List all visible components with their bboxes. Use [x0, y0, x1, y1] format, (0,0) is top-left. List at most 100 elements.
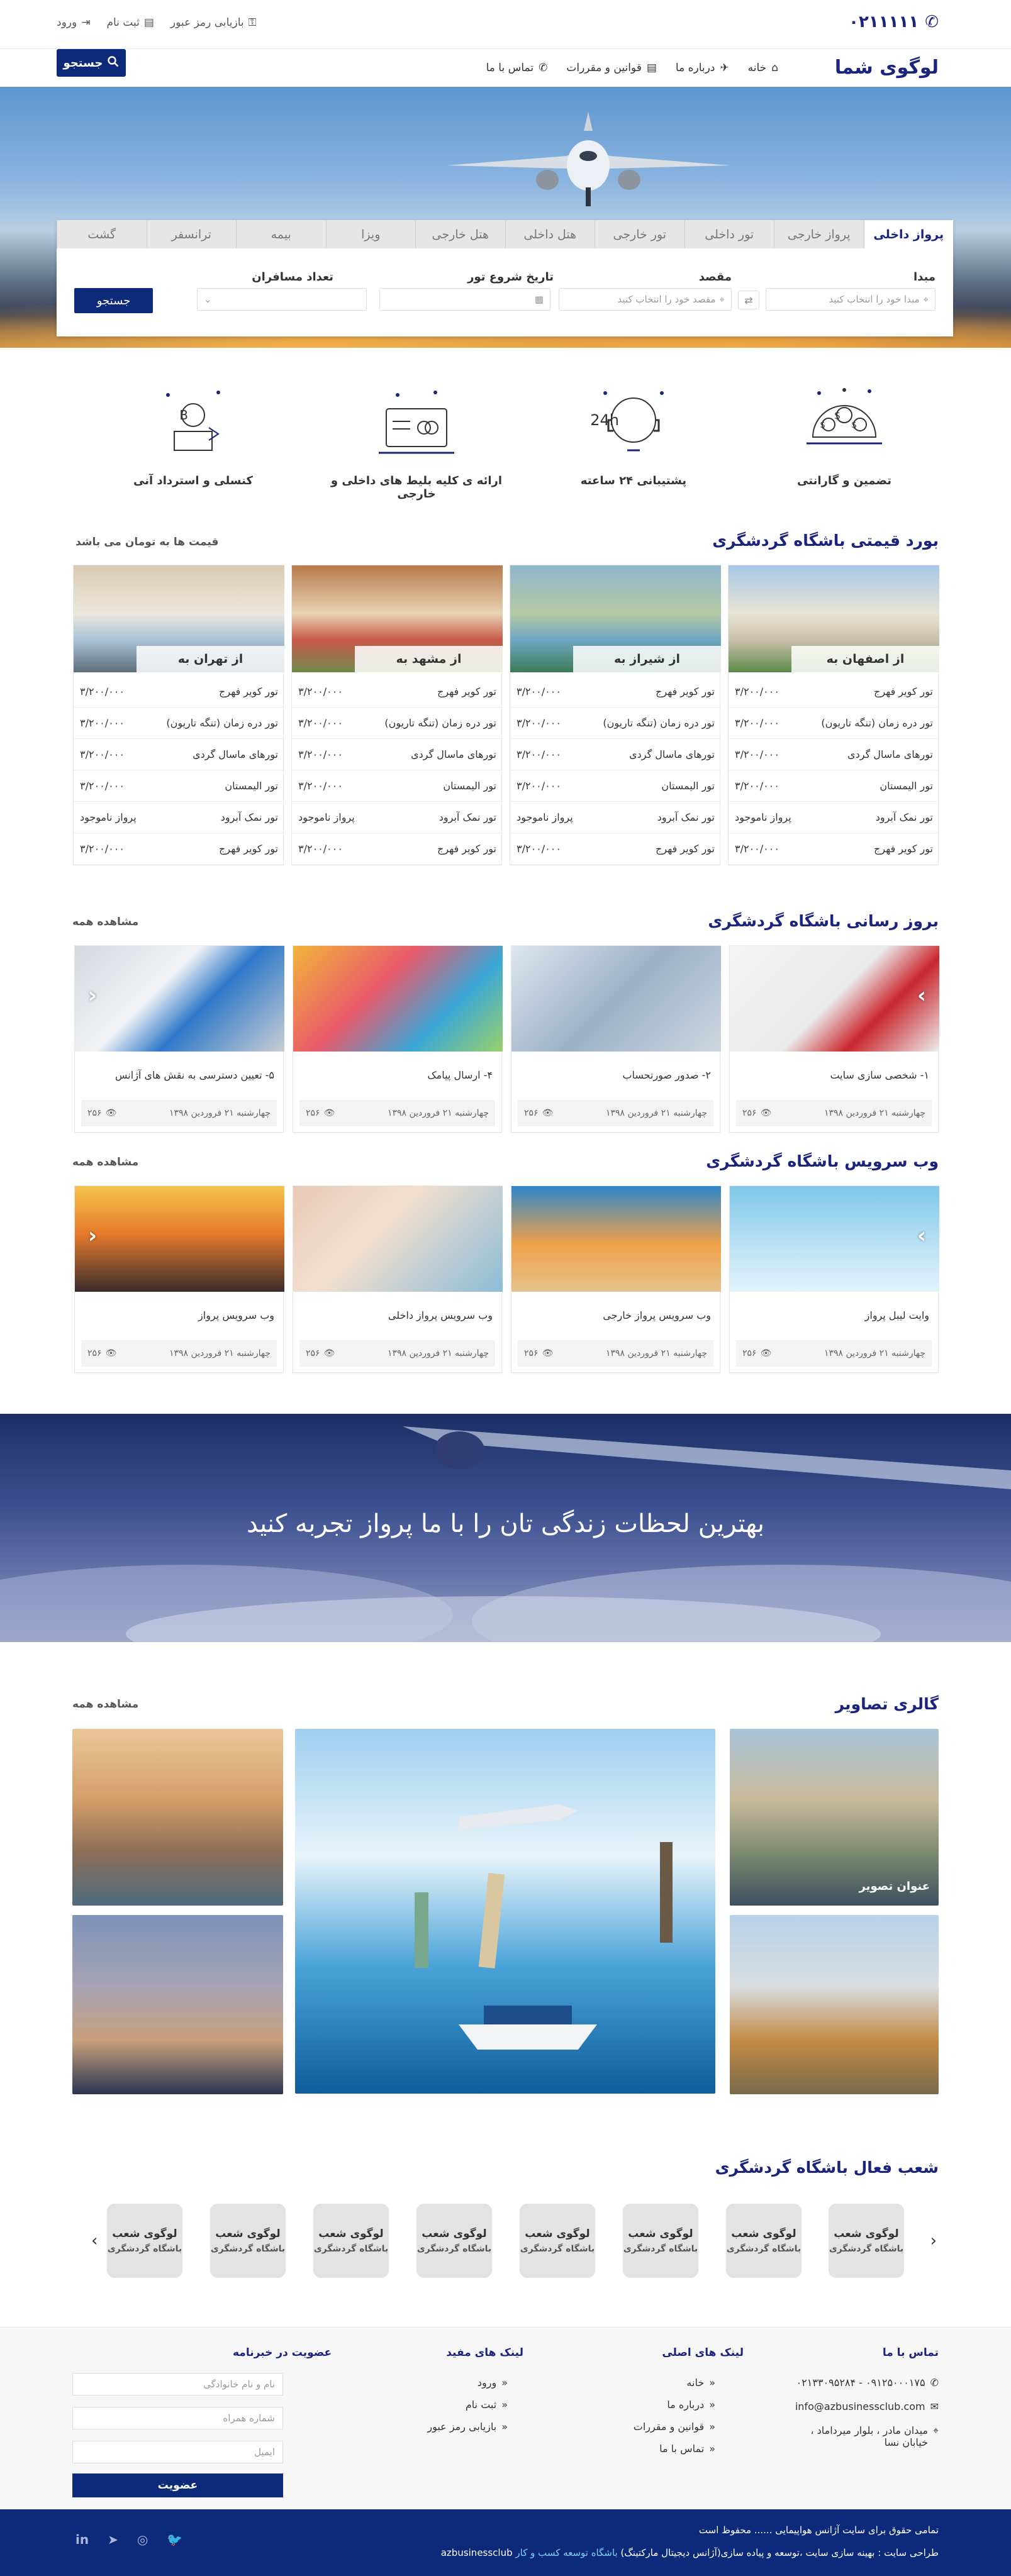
- instagram-icon[interactable]: ◎: [137, 2532, 148, 2547]
- price-row[interactable]: تور کویر فهرج ۳/۲۰۰/۰۰۰: [729, 676, 939, 708]
- price-row[interactable]: تورهای ماسال گردی ۳/۲۰۰/۰۰۰: [292, 739, 503, 770]
- branch-logo[interactable]: لوگوی شعب باشگاه گردشگری: [107, 2204, 182, 2278]
- price-row[interactable]: تور کویر فهرج ۳/۲۰۰/۰۰۰: [510, 676, 721, 708]
- newsletter-name-input[interactable]: نام و نام خانوادگی: [72, 2373, 283, 2396]
- passengers-select[interactable]: ⌄: [197, 288, 367, 311]
- price-card-image[interactable]: از اصفهان به: [729, 565, 939, 672]
- price-row[interactable]: تورهای ماسال گردی ۳/۲۰۰/۰۰۰: [74, 739, 284, 770]
- destination-field[interactable]: ⌖ مقصد خود را انتخاب کنید: [559, 288, 732, 311]
- news-card[interactable]: ۴- ارسال پیامک چهارشنبه ۲۱ فروردین ۱۳۹۸ 👁 ۲…: [293, 945, 503, 1133]
- price-row[interactable]: تور نمک آبرود پرواز نامو‌جود: [729, 802, 939, 833]
- price-row[interactable]: تور دره زمان (تنگه تاریون) ۳/۲۰۰/۰۰۰: [74, 708, 284, 739]
- origin-field[interactable]: ⌖ مبدا خود را انتخاب کنید: [766, 288, 936, 311]
- price-row[interactable]: تور نمک آبرود پرواز نامو‌جود: [292, 802, 503, 833]
- branch-logo[interactable]: لوگوی شعب باشگاه گردشگری: [623, 2204, 698, 2278]
- tab-4[interactable]: هتل داخلی: [505, 220, 595, 248]
- tab-2[interactable]: تور داخلی: [684, 220, 774, 248]
- price-card-image[interactable]: از مشهد به: [292, 565, 503, 672]
- recover-link[interactable]: ⚿ بازیابی رمز عبور: [170, 16, 257, 29]
- tab-1[interactable]: پرواز خارجی: [774, 220, 864, 248]
- price-card-image[interactable]: از شیراز به: [510, 565, 721, 672]
- branch-logo[interactable]: لوگوی شعب باشگاه گردشگری: [313, 2204, 389, 2278]
- news-next-arrow[interactable]: ‹: [88, 983, 97, 1008]
- date-field[interactable]: ▦: [379, 288, 550, 311]
- nav-rules[interactable]: ▤ قوانین و مقررات: [566, 62, 657, 74]
- tab-3[interactable]: تور خارجی: [595, 220, 684, 248]
- news-card[interactable]: ۲- صدور صورتحساب چهارشنبه ۲۱ فروردین ۱۳۹۸…: [511, 945, 721, 1133]
- newsletter-phone-input[interactable]: شماره همراه: [72, 2407, 283, 2429]
- price-row[interactable]: تور کویر فهرج ۳/۲۰۰/۰۰۰: [292, 676, 503, 708]
- branches-next-arrow[interactable]: ›: [91, 2231, 98, 2250]
- swap-button[interactable]: ⇄: [738, 291, 759, 309]
- gallery-image-2[interactable]: [730, 1915, 939, 2094]
- price-row[interactable]: تور کویر فهرج ۳/۲۰۰/۰۰۰: [74, 833, 284, 865]
- register-link[interactable]: ▤ ثبت نام: [106, 16, 154, 29]
- top-phone[interactable]: ✆ ۰۲۱۱۱۱۱: [849, 13, 939, 31]
- price-row[interactable]: تورهای ماسال گردی ۳/۲۰۰/۰۰۰: [729, 739, 939, 770]
- price-row[interactable]: تور الیمستان ۳/۲۰۰/۰۰۰: [292, 770, 503, 802]
- price-row[interactable]: تور الیمستان ۳/۲۰۰/۰۰۰: [510, 770, 721, 802]
- price-card-image[interactable]: از تهران به: [74, 565, 284, 672]
- footer-link[interactable]: « قوانین و مقررات: [634, 2421, 715, 2433]
- gallery-see-all[interactable]: مشاهده همه: [72, 1698, 138, 1711]
- price-row[interactable]: تور دره زمان (تنگه تاریون) ۳/۲۰۰/۰۰۰: [292, 708, 503, 739]
- branch-logo[interactable]: لوگوی شعب باشگاه گردشگری: [726, 2204, 802, 2278]
- header-search-button[interactable]: جستجو: [57, 49, 126, 77]
- footer-link[interactable]: « ورود: [427, 2377, 508, 2389]
- telegram-icon[interactable]: ➤: [108, 2532, 118, 2547]
- services-card[interactable]: وایت لیبل پرواز چهارشنبه ۲۱ فروردین ۱۳۹۸ 👁…: [729, 1185, 939, 1373]
- gallery-image-3[interactable]: [72, 1729, 283, 1906]
- price-row[interactable]: تور کویر فهرج ۳/۲۰۰/۰۰۰: [292, 833, 503, 865]
- twitter-icon[interactable]: 🐦: [167, 2532, 182, 2547]
- footer-link[interactable]: « درباره ما: [634, 2399, 715, 2411]
- price-row[interactable]: تور دره زمان (تنگه تاریون) ۳/۲۰۰/۰۰۰: [729, 708, 939, 739]
- news-card[interactable]: ۱- شخصی سازی سایت چهارشنبه ۲۱ فروردین ۱۳۹…: [729, 945, 939, 1133]
- gallery-image-1[interactable]: عنوان تصویر: [730, 1729, 939, 1906]
- gallery-image-4[interactable]: [72, 1915, 283, 2094]
- price-row[interactable]: تورهای ماسال گردی ۳/۲۰۰/۰۰۰: [510, 739, 721, 770]
- news-card[interactable]: ۵- تعیین دسترسی به نقش های آژانس چهارشنبه…: [74, 945, 284, 1133]
- services-card[interactable]: وب سرویس پرواز چهارشنبه ۲۱ فروردین ۱۳۹۸ 👁 ۲…: [74, 1185, 284, 1373]
- price-row[interactable]: تور نمک آبرود پرواز نامو‌جود: [74, 802, 284, 833]
- tab-7[interactable]: بیمه: [236, 220, 326, 248]
- services-card[interactable]: وب سرویس پرواز داخلی چهارشنبه ۲۱ فروردین …: [293, 1185, 503, 1373]
- newsletter-submit-button[interactable]: عضویت: [72, 2473, 283, 2497]
- footer-link[interactable]: « ثبت نام: [427, 2399, 508, 2411]
- footer-email[interactable]: ✉ info@azbusinessclub.com: [795, 2401, 939, 2412]
- linkedin-icon[interactable]: in: [75, 2532, 89, 2547]
- price-row[interactable]: تور الیمستان ۳/۲۰۰/۰۰۰: [74, 770, 284, 802]
- price-row[interactable]: تور کویر فهرج ۳/۲۰۰/۰۰۰: [729, 833, 939, 865]
- footer-link[interactable]: « خانه: [634, 2377, 715, 2389]
- services-next-arrow[interactable]: ‹: [88, 1223, 97, 1248]
- nav-home[interactable]: ⌂ خانه: [748, 62, 778, 74]
- newsletter-email-input[interactable]: ایمیل: [72, 2441, 283, 2463]
- services-prev-arrow[interactable]: ›: [917, 1223, 926, 1248]
- services-see-all[interactable]: مشاهده همه: [72, 1156, 138, 1169]
- designer-link[interactable]: باشگاه توسعه کسب و کار: [515, 2547, 617, 2558]
- search-submit-button[interactable]: جستجو: [74, 288, 153, 313]
- price-row[interactable]: تور دره زمان (تنگه تاریون) ۳/۲۰۰/۰۰۰: [510, 708, 721, 739]
- price-row[interactable]: تور کویر فهرج ۳/۲۰۰/۰۰۰: [510, 833, 721, 865]
- services-card[interactable]: وب سرویس پرواز خارجی چهارشنبه ۲۱ فروردین …: [511, 1185, 721, 1373]
- site-logo[interactable]: لوگوی شما: [835, 49, 939, 87]
- tab-8[interactable]: ترانسفر: [146, 220, 236, 248]
- branch-logo[interactable]: لوگوی شعب باشگاه گردشگری: [210, 2204, 286, 2278]
- nav-contact[interactable]: ✆ تماس با ما: [486, 62, 548, 74]
- price-row[interactable]: تور کویر فهرج ۳/۲۰۰/۰۰۰: [74, 676, 284, 708]
- branch-logo[interactable]: لوگوی شعب باشگاه گردشگری: [416, 2204, 492, 2278]
- branch-logo[interactable]: لوگوی شعب باشگاه گردشگری: [829, 2204, 904, 2278]
- gallery-image-main[interactable]: [295, 1729, 715, 2094]
- tab-0[interactable]: پرواز داخلی: [863, 220, 953, 248]
- price-row[interactable]: تور الیمستان ۳/۲۰۰/۰۰۰: [729, 770, 939, 802]
- footer-link[interactable]: « تماس با ما: [634, 2443, 715, 2455]
- price-row[interactable]: تور نمک آبرود پرواز نامو‌جود: [510, 802, 721, 833]
- branches-prev-arrow[interactable]: ‹: [930, 2231, 937, 2250]
- nav-about[interactable]: ✈ درباره ما: [676, 62, 729, 74]
- news-prev-arrow[interactable]: ›: [917, 983, 926, 1008]
- news-see-all[interactable]: مشاهده همه: [72, 916, 138, 928]
- footer-link[interactable]: « بازیابی رمز عبور: [427, 2421, 508, 2433]
- tab-6[interactable]: ویزا: [325, 220, 415, 248]
- tab-9[interactable]: گشت: [57, 220, 147, 248]
- login-link[interactable]: ⇥ ورود: [57, 16, 90, 29]
- tab-5[interactable]: هتل خارجی: [415, 220, 505, 248]
